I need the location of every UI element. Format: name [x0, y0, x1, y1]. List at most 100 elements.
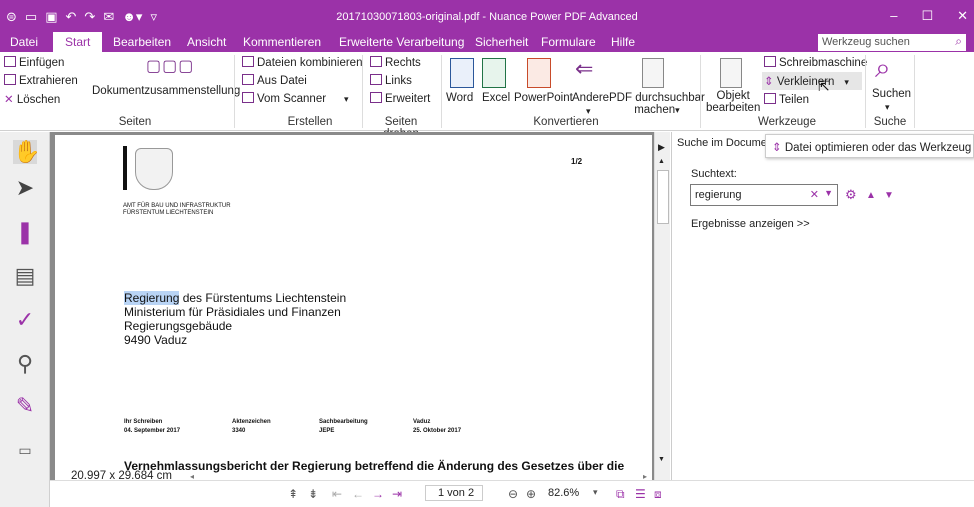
insert-page-icon — [4, 56, 16, 67]
minimize-button[interactable]: – — [890, 8, 897, 24]
tab-ansicht[interactable]: Ansicht — [187, 35, 226, 49]
scroll-up-icon[interactable]: ▲ — [658, 158, 665, 165]
convert-powerpoint-button[interactable]: PowerPoint — [514, 92, 573, 104]
scrollbar-thumb[interactable] — [657, 170, 669, 224]
extract-label: Extrahieren — [19, 75, 78, 87]
tab-kommentieren[interactable]: Kommentieren — [243, 35, 321, 49]
tab-erweiterte-verarbeitung[interactable]: Erweiterte Verarbeitung — [339, 35, 464, 49]
fit-width-icon[interactable]: ☰ — [635, 487, 646, 501]
meta-value-2: 3340 — [232, 428, 246, 434]
search-icon[interactable]: ⌕ — [955, 34, 962, 49]
select-tool-icon[interactable]: ➤ — [13, 176, 37, 200]
split-button[interactable]: Teilen — [764, 93, 809, 106]
tab-datei[interactable]: Datei — [10, 35, 38, 49]
next-page-icon[interactable]: → — [372, 487, 384, 501]
searchable-pdf-button[interactable]: PDF durchsuchbar machen▾ — [609, 92, 705, 116]
chevron-down-icon: ▾ — [344, 94, 349, 104]
fit-page-icon[interactable]: ⧉ — [616, 487, 625, 502]
expand-panel-icon[interactable]: ▶ — [658, 142, 665, 153]
document-assembly-button[interactable]: Dokumentzusammenstellung — [92, 85, 240, 97]
chevron-down-icon: ▾ — [675, 105, 680, 115]
edit-object-icon — [720, 58, 742, 88]
shrink-button[interactable]: ⇕ Verkleinern ▾ — [762, 72, 862, 90]
maximize-button[interactable]: ☐ — [921, 8, 933, 24]
first-page-icon[interactable]: ⇤ — [332, 487, 342, 501]
meta-header-1: Ihr Schreiben — [124, 419, 163, 425]
ribbon-separator — [441, 55, 442, 128]
search-options-icon[interactable]: ⚙ — [845, 187, 857, 203]
subject-line: Vernehmlassungsbericht der Regierung bet… — [124, 459, 625, 473]
tab-formulare[interactable]: Formulare — [541, 35, 596, 49]
title-bar: ⊜ ▭ ▣ ↶ ↷ ✉ ☻▾ ▿ 20171030071803-original… — [0, 0, 974, 32]
previous-page-icon[interactable]: ← — [352, 487, 364, 501]
group-label-erstellen: Erstellen — [287, 116, 333, 128]
tab-hilfe[interactable]: Hilfe — [611, 35, 635, 49]
single-page-icon[interactable]: ⇞ — [288, 487, 298, 501]
next-result-icon[interactable]: ▼ — [884, 190, 894, 201]
previous-result-icon[interactable]: ▲ — [866, 190, 876, 201]
coat-of-arms-icon — [135, 148, 173, 190]
show-results-link[interactable]: Ergebnisse anzeigen >> — [691, 218, 810, 230]
search-text-label: Suchtext: — [691, 168, 737, 180]
group-label-seiten: Seiten — [118, 116, 152, 128]
tab-bearbeiten[interactable]: Bearbeiten — [113, 35, 171, 49]
recipient-line-1: Regierung des Fürstentums Liechtenstein — [124, 291, 346, 305]
word-icon — [450, 58, 474, 88]
zoom-level[interactable]: 82.6% — [548, 487, 579, 499]
continuous-icon[interactable]: ⇟ — [308, 487, 318, 501]
search-button[interactable]: Suchen — [872, 88, 911, 100]
zoom-out-icon[interactable]: ⊖ — [508, 487, 518, 501]
checkmark-icon[interactable]: ✓ — [13, 308, 37, 332]
insert-label: Einfügen — [19, 57, 65, 69]
pages-icon[interactable]: ▤ — [13, 264, 37, 288]
scanner-label: Vom Scanner — [257, 93, 327, 105]
edit-object-label-2: bearbeiten — [706, 102, 761, 114]
combine-files-button[interactable]: Dateien kombinieren — [242, 56, 362, 69]
vertical-scrollbar[interactable]: ▶ ▲ ▼ — [654, 132, 670, 480]
combine-label: Dateien kombinieren — [257, 57, 363, 69]
last-page-icon[interactable]: ⇥ — [392, 487, 402, 501]
extract-button[interactable]: Extrahieren — [4, 74, 78, 87]
zoom-in-icon[interactable]: ⊕ — [526, 487, 536, 501]
chevron-down-icon[interactable]: ▼ — [824, 188, 833, 198]
page-number-field[interactable]: 1 von 2 — [425, 485, 483, 501]
group-label-suche: Suche — [873, 116, 907, 128]
hand-tool-icon[interactable]: ✋ — [13, 140, 40, 164]
convert-word-button[interactable]: Word — [446, 92, 473, 104]
more-tools-icon[interactable]: ▭ — [13, 438, 37, 462]
rotate-left-button[interactable]: Links — [370, 74, 412, 87]
clear-icon[interactable]: ✕ — [810, 188, 819, 201]
two-pages-icon[interactable]: ⧈ — [654, 487, 662, 502]
from-scanner-button[interactable]: Vom Scanner ▾ — [242, 92, 349, 105]
convert-excel-button[interactable]: Excel — [482, 92, 510, 104]
document-viewer[interactable]: 1/2 AMT FÜR BAU UND INFRASTRUKTUR FÜRSTE… — [50, 132, 654, 480]
tab-start[interactable]: Start — [53, 32, 103, 52]
split-label: Teilen — [779, 94, 810, 106]
bookmark-icon[interactable]: ❚ — [13, 220, 37, 244]
searchable-pdf-label-1: PDF durchsuchbar — [609, 92, 705, 104]
insert-button[interactable]: Einfügen — [4, 56, 64, 69]
search-panel-tab[interactable]: Suche im Documen — [677, 137, 773, 149]
rotate-advanced-button[interactable]: Erweitert — [370, 92, 430, 105]
shrink-icon: ⇕ — [772, 142, 785, 154]
attachment-icon[interactable]: ✎ — [13, 394, 37, 418]
close-button[interactable]: ✕ — [957, 8, 968, 24]
chevron-down-icon: ▾ — [885, 102, 890, 112]
stamp-icon[interactable]: ⚲ — [13, 352, 37, 376]
scroll-down-icon[interactable]: ▼ — [658, 456, 665, 463]
typewriter-button[interactable]: Schreibmaschine — [764, 56, 867, 69]
tab-sicherheit[interactable]: Sicherheit — [475, 35, 528, 49]
search-text-input[interactable]: regierung ✕ ▼ — [690, 184, 838, 206]
rotate-right-button[interactable]: Rechts — [370, 56, 421, 69]
edit-object-button[interactable]: Objekt bearbeiten — [706, 90, 760, 114]
tooltip-text: Datei optimieren oder das Werkzeug „Dat — [784, 142, 973, 154]
tool-search-input[interactable]: Werkzeug suchen ⌕ — [818, 34, 966, 51]
delete-button[interactable]: ✕ Löschen — [4, 92, 60, 106]
from-file-button[interactable]: Aus Datei — [242, 74, 307, 87]
page-number: 1/2 — [571, 157, 583, 166]
recipient-line-2: Ministerium für Präsidiales und Finanzen — [124, 305, 341, 319]
convert-other-button[interactable]: Andere — [572, 92, 609, 104]
other-convert-icon: ⇐ — [575, 56, 594, 81]
file-icon — [242, 74, 254, 85]
zoom-dropdown-icon[interactable]: ▾ — [593, 487, 598, 498]
